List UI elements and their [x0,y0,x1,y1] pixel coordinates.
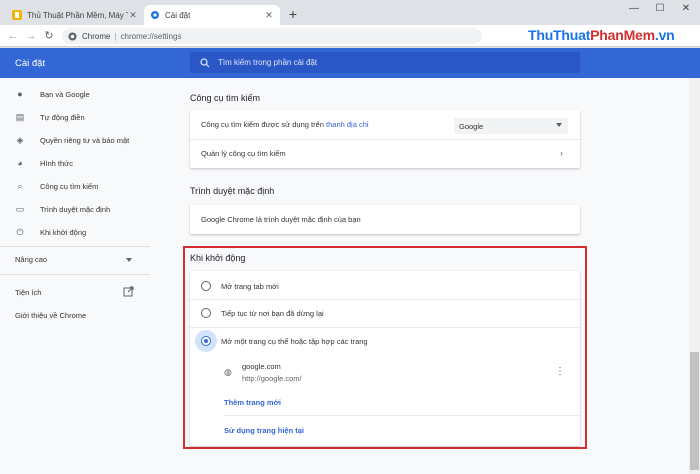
sidebar-item-on-startup[interactable]: ⏻ Khi khởi động [14,227,86,238]
sidebar-item-privacy[interactable]: ◈ Quyền riêng tư và bảo mật [14,135,130,146]
row-divider [190,139,580,140]
chrome-icon [68,31,77,41]
search-engine-row: Công cụ tìm kiếm được sử dụng trên thanh… [201,120,441,129]
page-title: Cài đặt [15,58,46,69]
clipboard-icon: ▤ [15,112,25,122]
person-icon: ● [17,89,23,99]
close-icon[interactable]: ✕ [264,10,274,21]
chevron-down-icon[interactable] [126,258,132,262]
sidebar-item-label: Công cụ tìm kiếm [40,182,99,191]
search-engine-label: Công cụ tìm kiếm được sử dụng trên [201,120,327,129]
row-divider [224,415,580,416]
settings-search-input[interactable]: Tìm kiếm trong phần cài đặt [190,52,580,73]
row-divider [190,327,580,328]
search-engine-select[interactable]: Google [454,118,568,134]
shield-icon: ◈ [16,135,24,145]
sidebar-item-label: Trình duyệt mặc định [40,205,111,214]
search-engine-card: Công cụ tìm kiếm được sử dụng trên thanh… [190,110,580,168]
sidebar-item-advanced[interactable]: Nâng cao [15,255,47,264]
reload-icon[interactable]: ↻ [42,29,56,43]
add-new-page-link[interactable]: Thêm trang mới [224,398,281,407]
sidebar-item-label: Quyền riêng tư và bảo mật [40,136,130,145]
sidebar-item-label: Khi khởi động [40,228,87,237]
chevron-right-icon[interactable]: › [560,148,563,158]
manage-search-engines-label: Quản lý công cụ tìm kiếm [201,149,286,158]
radio-label: Mở một trang cụ thể hoặc tập hợp các tra… [221,337,368,346]
tab-title: Thủ Thuật Phần Mềm, Máy Tính [27,10,128,20]
globe-icon: ◍ [224,367,232,377]
startup-page-url: http://google.com/ [242,374,302,383]
sidebar-divider [0,274,150,275]
radio-continue-where-left[interactable] [201,308,211,318]
sidebar-item-default-browser[interactable]: ▭ Trình duyệt mặc định [14,204,110,215]
address-path: chrome://settings [120,31,182,41]
section-title-on-startup: Khi khởi động [190,253,246,263]
forward-icon[interactable]: → [24,29,38,43]
address-bar-link[interactable]: thanh địa chỉ [326,120,369,129]
new-tab-button[interactable]: + [286,7,300,21]
sidebar-divider [0,246,150,247]
minimize-icon[interactable]: — [626,3,642,17]
address-bar[interactable]: Chrome | chrome://settings [62,28,482,44]
back-icon[interactable]: ← [6,29,20,43]
sidebar-item-label: Bạn và Google [40,89,90,99]
tab-strip: Thủ Thuật Phần Mềm, Máy Tính ✕ Cài đặt ✕… [0,0,700,25]
sidebar-item-you-and-google[interactable]: ● Bạn và Google [14,89,90,99]
sidebar-item-label: Tự động điền [40,113,85,122]
sidebar-item-label: Hình thức [40,158,73,168]
site-favicon-icon [12,10,22,20]
sidebar-item-extensions[interactable]: Tiện ích [15,288,41,297]
power-icon: ⏻ [16,227,24,237]
sidebar-item-autofill[interactable]: ▤ Tự động điền [14,112,85,123]
sidebar-item-about[interactable]: Giới thiệu về Chrome [15,311,86,320]
default-browser-status: Google Chrome là trình duyệt mặc định củ… [201,215,361,224]
sidebar-item-appearance[interactable]: ◕ Hình thức [14,158,73,168]
window-close-icon[interactable]: ✕ [678,3,694,17]
maximize-icon[interactable]: ☐ [652,3,668,17]
radio-open-specific-pages[interactable] [201,336,211,346]
search-icon [200,57,210,67]
watermark-logo: ThuThuatPhanMem.vn [528,27,675,43]
more-vert-icon[interactable]: ⋮ [555,366,565,377]
default-browser-card: Google Chrome là trình duyệt mặc định củ… [190,205,580,234]
scrollbar-thumb[interactable] [690,352,699,470]
sidebar-item-search-engine[interactable]: ⌕ Công cụ tìm kiếm [14,181,98,192]
section-title-default-browser: Trình duyệt mặc định [190,186,275,196]
manage-search-engines-row[interactable]: Quản lý công cụ tìm kiếm [201,149,541,158]
palette-icon: ◕ [17,158,23,168]
radio-label: Tiếp tục từ nơi bạn đã dừng lại [221,309,324,318]
section-title-search-engine: Công cụ tìm kiếm [190,93,261,103]
gear-icon [151,11,159,19]
on-startup-card: Mở trang tab mới Tiếp tục từ nơi bạn đã … [190,271,580,446]
radio-label: Mở trang tab mới [221,282,279,291]
address-host: Chrome [82,31,111,41]
tab-thuthuat[interactable]: Thủ Thuật Phần Mềm, Máy Tính ✕ [6,5,144,25]
chevron-down-icon [556,123,562,127]
search-engine-value: Google [459,121,484,131]
tab-title: Cài đặt [165,10,191,20]
search-placeholder: Tìm kiếm trong phần cài đặt [218,58,318,67]
close-icon[interactable]: ✕ [128,10,138,21]
search-icon: ⌕ [17,181,23,191]
radio-open-new-tab[interactable] [201,281,211,291]
use-current-pages-link[interactable]: Sử dụng trang hiện tại [224,426,304,435]
browser-icon: ▭ [15,204,25,214]
address-separator: | [114,31,117,41]
row-divider [190,299,580,300]
tab-settings[interactable]: Cài đặt ✕ [144,5,280,25]
open-in-new-icon[interactable] [123,286,134,297]
startup-page-name: google.com [242,362,281,371]
